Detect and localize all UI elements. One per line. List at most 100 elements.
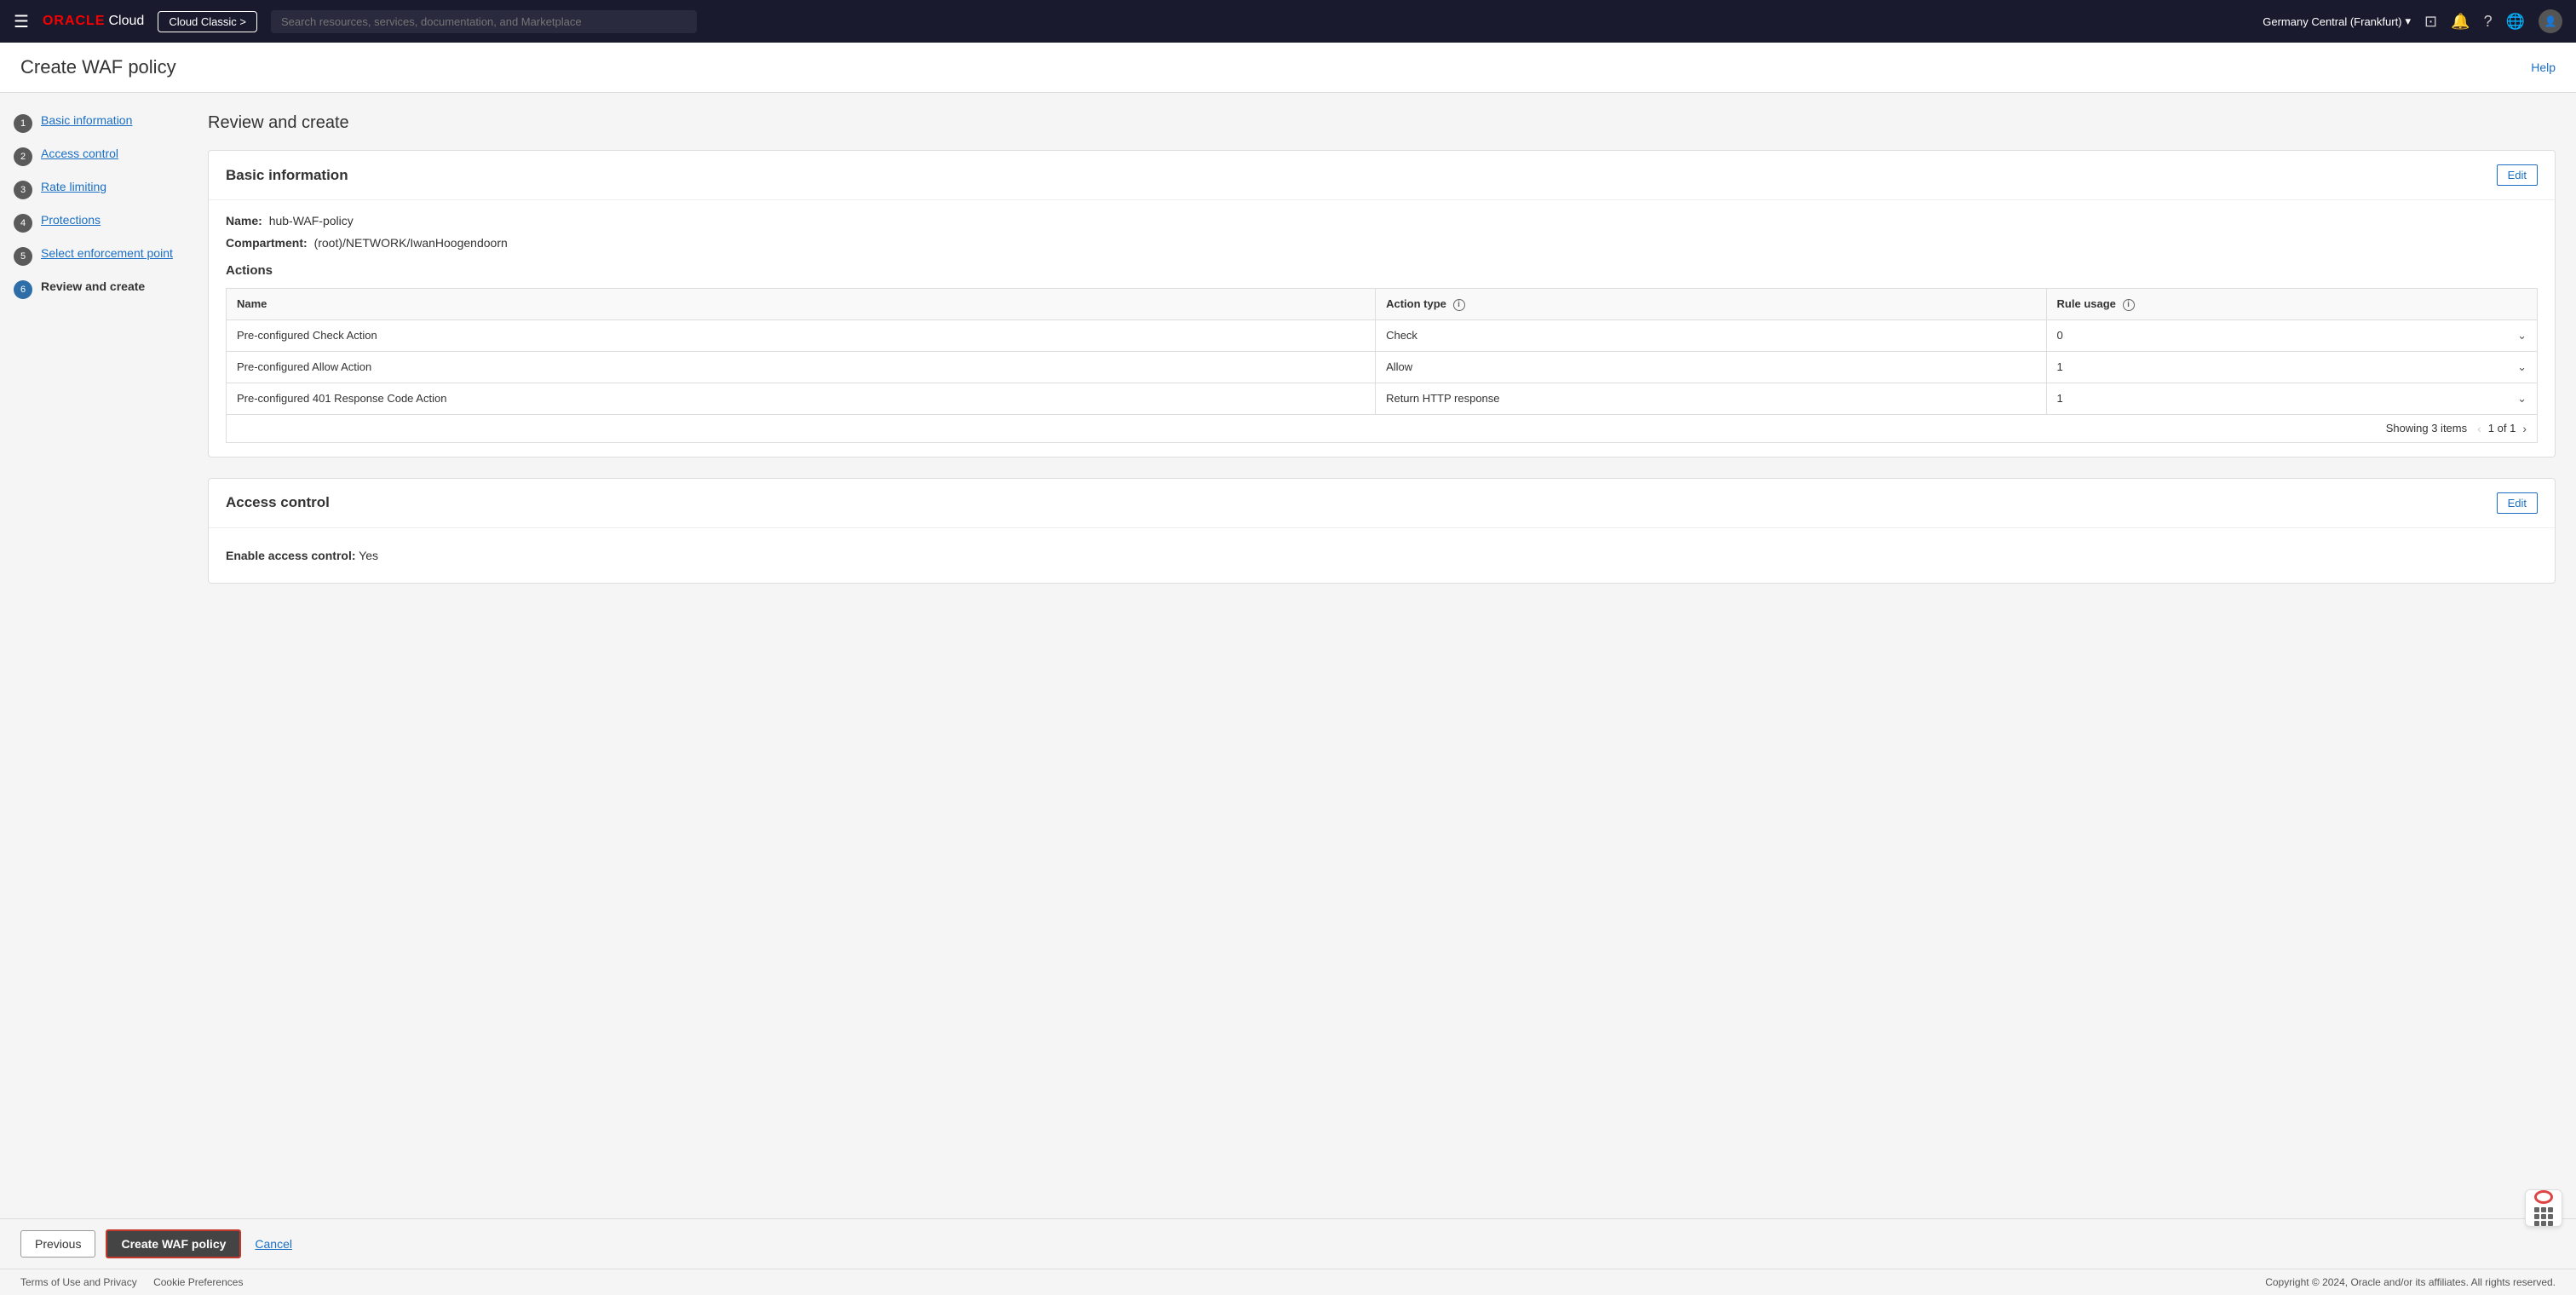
sidebar-item-rate-limiting[interactable]: 3 Rate limiting: [14, 180, 174, 199]
actions-table: Name Action type i Rule usage i: [226, 288, 2538, 415]
sidebar-label-access-control: Access control: [41, 147, 118, 160]
sidebar-item-protections[interactable]: 4 Protections: [14, 213, 174, 233]
bell-icon[interactable]: 🔔: [2451, 13, 2470, 31]
sidebar-label-enforcement-point: Select enforcement point: [41, 246, 173, 260]
cell-action-type-2: Return HTTP response: [1376, 383, 2046, 414]
table-row: Pre-configured Check Action Check 0 ⌄: [227, 319, 2538, 351]
chevron-down-icon[interactable]: ⌄: [2517, 329, 2527, 342]
region-selector[interactable]: Germany Central (Frankfurt) ▾: [2263, 14, 2411, 28]
globe-icon[interactable]: 🌐: [2506, 13, 2525, 31]
compartment-row: Compartment: (root)/NETWORK/IwanHoogendo…: [226, 236, 2538, 250]
name-value: hub-WAF-policy: [269, 214, 354, 227]
showing-items-text: Showing 3 items: [2386, 422, 2467, 435]
chevron-down-icon[interactable]: ⌄: [2517, 392, 2527, 406]
sidebar-item-basic-information[interactable]: 1 Basic information: [14, 113, 174, 133]
enable-access-control-label: Enable access control:: [226, 549, 356, 562]
basic-information-card: Basic information Edit Name: hub-WAF-pol…: [208, 150, 2556, 458]
dot-6: [2548, 1214, 2553, 1219]
access-control-edit-button[interactable]: Edit: [2497, 492, 2538, 514]
compartment-label: Compartment:: [226, 236, 308, 250]
chevron-down-icon[interactable]: ⌄: [2517, 360, 2527, 374]
table-row: Pre-configured Allow Action Allow 1 ⌄: [227, 351, 2538, 383]
cell-name-0: Pre-configured Check Action: [227, 319, 1376, 351]
access-control-card-title: Access control: [226, 494, 330, 511]
hamburger-icon[interactable]: ☰: [14, 11, 29, 32]
step-circle-2: 2: [14, 147, 32, 166]
main-wrapper: 1 Basic information 2 Access control 3 R…: [0, 93, 2576, 1218]
cell-rule-usage-2: 1 ⌄: [2046, 383, 2537, 414]
column-name: Name: [227, 289, 1376, 320]
actions-section-title: Actions: [226, 263, 2538, 278]
cell-rule-usage-0: 0 ⌄: [2046, 319, 2537, 351]
sidebar: 1 Basic information 2 Access control 3 R…: [0, 93, 187, 1218]
column-rule-usage: Rule usage i: [2046, 289, 2537, 320]
basic-information-card-title: Basic information: [226, 167, 348, 184]
oracle-text: ORACLE: [43, 14, 106, 29]
pagination-next-button[interactable]: ›: [2522, 422, 2527, 435]
help-widget[interactable]: [2525, 1189, 2562, 1227]
create-waf-policy-button[interactable]: Create WAF policy: [106, 1229, 241, 1258]
sidebar-label-rate-limiting: Rate limiting: [41, 180, 106, 193]
user-avatar[interactable]: 👤: [2539, 9, 2562, 33]
cell-action-type-0: Check: [1376, 319, 2046, 351]
name-row: Name: hub-WAF-policy: [226, 214, 2538, 227]
access-control-card-body: Enable access control: Yes: [209, 528, 2555, 583]
dot-3: [2548, 1207, 2553, 1212]
dot-7: [2534, 1221, 2539, 1226]
help-link[interactable]: Help: [2531, 60, 2556, 74]
table-row: Pre-configured 401 Response Code Action …: [227, 383, 2538, 414]
page-info-text: 1 of 1: [2488, 422, 2516, 435]
dot-5: [2541, 1214, 2546, 1219]
help-widget-dot-grid: [2534, 1207, 2553, 1226]
compartment-value: (root)/NETWORK/IwanHoogendoorn: [314, 236, 508, 250]
rule-usage-info-icon[interactable]: i: [2123, 299, 2135, 311]
access-control-card-header: Access control Edit: [209, 479, 2555, 528]
cancel-button[interactable]: Cancel: [251, 1231, 296, 1257]
basic-information-edit-button[interactable]: Edit: [2497, 164, 2538, 186]
step-circle-6: 6: [14, 280, 32, 299]
pagination-prev-button[interactable]: ‹: [2477, 422, 2481, 435]
dot-9: [2548, 1221, 2553, 1226]
cloud-text: Cloud: [109, 14, 145, 29]
terms-link[interactable]: Terms of Use and Privacy: [20, 1276, 137, 1288]
console-icon[interactable]: ⊡: [2424, 13, 2437, 31]
sidebar-item-review-create[interactable]: 6 Review and create: [14, 279, 174, 299]
sidebar-label-basic-information: Basic information: [41, 113, 132, 127]
basic-information-card-header: Basic information Edit: [209, 151, 2555, 200]
table-header-row: Name Action type i Rule usage i: [227, 289, 2538, 320]
dot-8: [2541, 1221, 2546, 1226]
cloud-classic-button[interactable]: Cloud Classic >: [158, 11, 257, 32]
oracle-logo: ORACLE Cloud: [43, 14, 144, 29]
search-input[interactable]: [271, 10, 697, 33]
bottom-bar: Previous Create WAF policy Cancel: [0, 1218, 2576, 1269]
region-label: Germany Central (Frankfurt): [2263, 15, 2401, 28]
page-header: Create WAF policy Help: [0, 43, 2576, 93]
dot-1: [2534, 1207, 2539, 1212]
sidebar-item-enforcement-point[interactable]: 5 Select enforcement point: [14, 246, 174, 266]
pagination-nav: ‹ 1 of 1 ›: [2477, 422, 2527, 435]
previous-button[interactable]: Previous: [20, 1230, 95, 1258]
page-title: Create WAF policy: [20, 56, 176, 78]
basic-information-card-body: Name: hub-WAF-policy Compartment: (root)…: [209, 200, 2555, 457]
dot-4: [2534, 1214, 2539, 1219]
cookie-link[interactable]: Cookie Preferences: [153, 1276, 243, 1288]
region-arrow-icon: ▾: [2406, 14, 2412, 28]
section-title: Review and create: [208, 113, 2556, 133]
enable-access-control-value: Yes: [359, 549, 378, 562]
step-circle-1: 1: [14, 114, 32, 133]
sidebar-item-access-control[interactable]: 2 Access control: [14, 147, 174, 166]
cell-action-type-1: Allow: [1376, 351, 2046, 383]
cell-name-1: Pre-configured Allow Action: [227, 351, 1376, 383]
enable-access-control-row: Enable access control: Yes: [226, 542, 2538, 569]
nav-right: Germany Central (Frankfurt) ▾ ⊡ 🔔 ? 🌐 👤: [2263, 9, 2562, 33]
help-icon[interactable]: ?: [2484, 13, 2493, 31]
dot-2: [2541, 1207, 2546, 1212]
content-area: Review and create Basic information Edit…: [187, 93, 2576, 1218]
page-footer: Terms of Use and Privacy Cookie Preferen…: [0, 1269, 2576, 1295]
action-type-info-icon[interactable]: i: [1453, 299, 1465, 311]
cell-rule-usage-1: 1 ⌄: [2046, 351, 2537, 383]
step-circle-5: 5: [14, 247, 32, 266]
table-footer: Showing 3 items ‹ 1 of 1 ›: [226, 415, 2538, 443]
sidebar-label-review-create: Review and create: [41, 279, 145, 293]
copyright-text: Copyright © 2024, Oracle and/or its affi…: [2265, 1276, 2556, 1288]
